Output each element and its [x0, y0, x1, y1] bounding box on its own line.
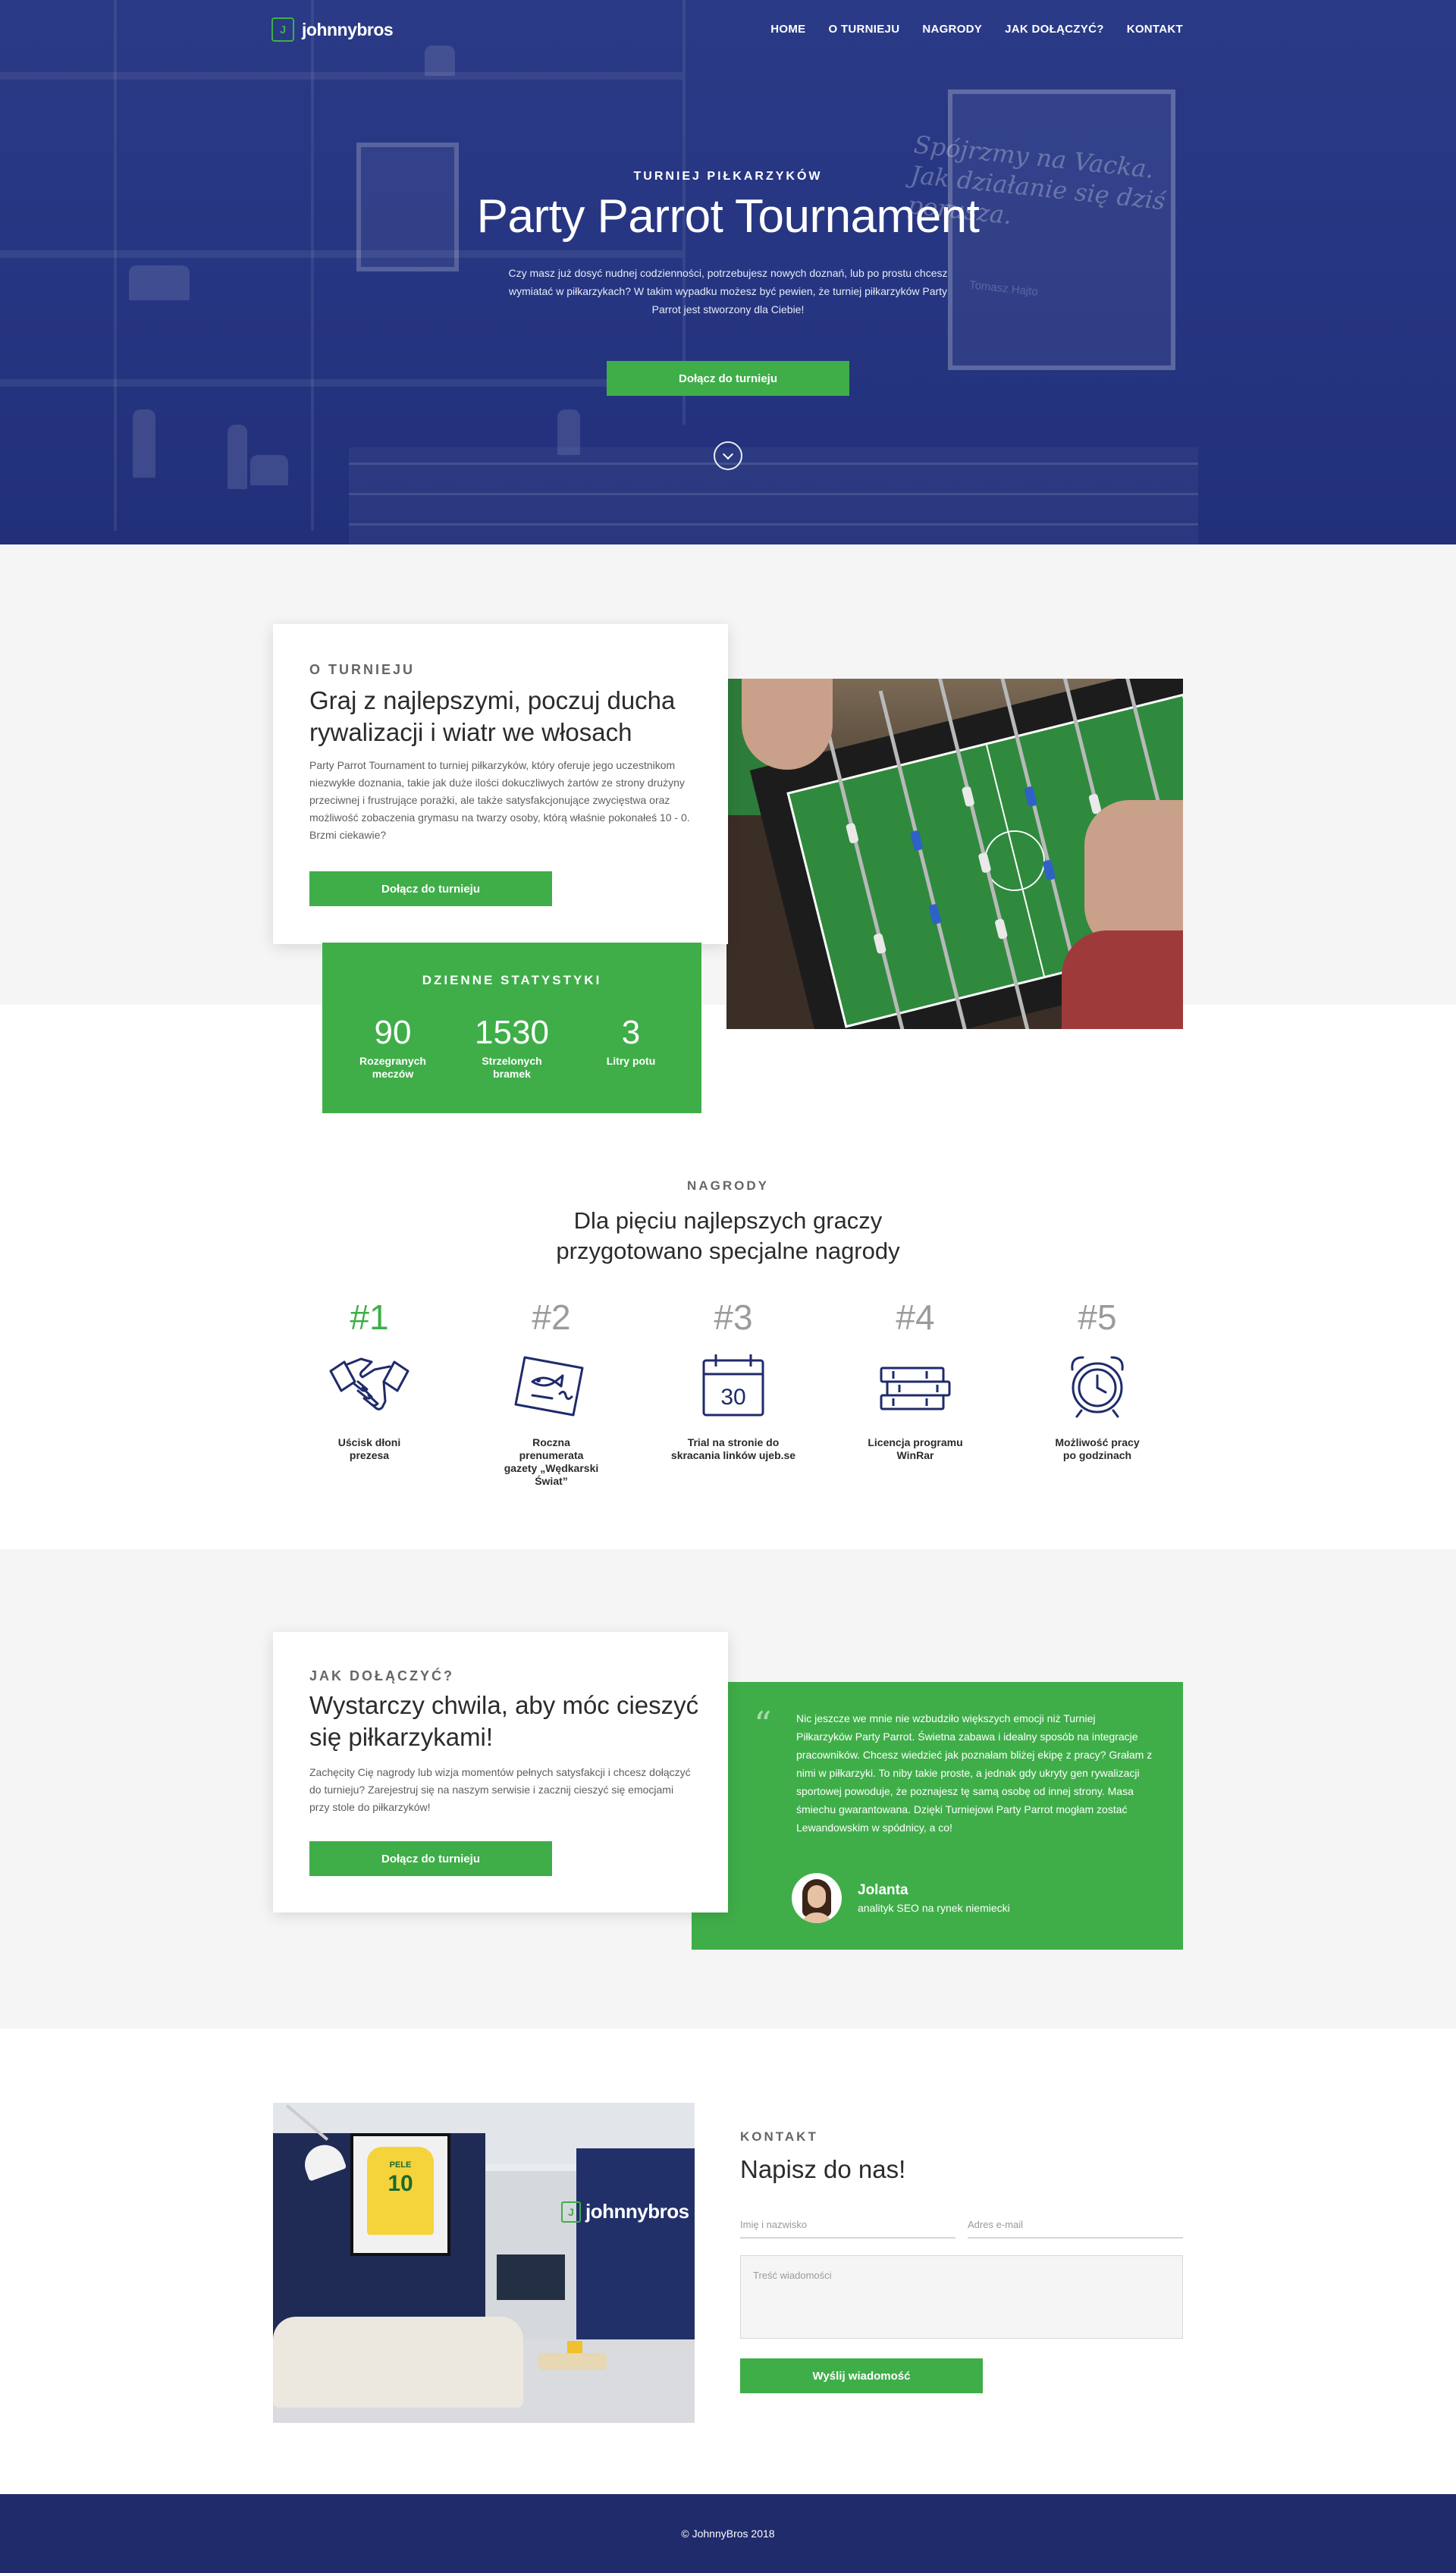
contact-kicker: KONTAKT [740, 2129, 818, 2145]
logo-text: johnnybros [302, 19, 394, 39]
jersey-number: 10 [388, 2171, 413, 2196]
prize-rank: #5 [1078, 1297, 1117, 1337]
about-kicker: O TURNIEJU [309, 662, 416, 677]
testimonial-quote: Nic jeszcze we mnie nie wzbudziło większ… [796, 1712, 1153, 1834]
prize-label: Uścisk dłoni prezesa [337, 1436, 401, 1461]
alarm-clock-icon [1056, 1351, 1139, 1420]
stat-label: Strzelonych bramek [482, 1055, 542, 1080]
main-nav: HOME O TURNIEJU NAGRODY JAK DOŁĄCZYĆ? KO… [770, 23, 1183, 36]
daily-stats-panel: DZIENNE STATYSTYKI 90 Rozegranych meczów… [322, 943, 701, 1113]
prize-label: Trial na stronie do skracania linków uje… [670, 1436, 796, 1461]
footer-copyright: © JohnnyBros 2018 [681, 2528, 775, 2540]
office-photo: J johnnybros PELE 10 [273, 2103, 695, 2423]
prizes-title: Dla pięciu najlepszych graczy przygotowa… [556, 1207, 900, 1264]
quote-icon: “ [754, 1704, 772, 1745]
hero-kicker: TURNIEJ PIŁKARZYKÓW [633, 170, 823, 183]
nav-about[interactable]: O TURNIEJU [828, 23, 899, 36]
hero-join-button[interactable]: Dołącz do turnieju [607, 361, 849, 396]
nav-home[interactable]: HOME [770, 23, 805, 36]
stat-label: Litry potu [606, 1055, 656, 1067]
prize-rank: #4 [896, 1297, 935, 1337]
calendar-icon: 30 [692, 1351, 775, 1420]
message-field[interactable]: Treść wiadomości [740, 2255, 1183, 2339]
office-logo-badge-icon: J [561, 2201, 581, 2223]
logo-badge-icon: J [271, 17, 294, 42]
footer: © JohnnyBros 2018 [0, 2494, 1456, 2573]
prize-label: Możliwość pracy po godzinach [1055, 1436, 1140, 1461]
stat-label: Rozegranych meczów [359, 1055, 426, 1080]
scroll-down-icon[interactable] [714, 441, 742, 470]
foosball-photo [726, 679, 1183, 1029]
join-button[interactable]: Dołącz do turnieju [309, 1841, 552, 1876]
join-kicker: JAK DOŁĄCZYĆ? [309, 1668, 454, 1683]
join-title: Wystarczy chwila, aby móc cieszyć się pi… [309, 1691, 699, 1751]
prize-item-5: #5 Możliwość pracy po godzinach [1021, 1298, 1173, 1462]
coffee-table [538, 2353, 607, 2370]
stat-value: 3 [621, 1014, 641, 1051]
about-card: O TURNIEJU Graj z najlepszymi, poczuj du… [273, 624, 728, 944]
send-message-button[interactable]: Wyślij wiadomość [740, 2358, 983, 2393]
prize-label: Licencja programu WinRar [868, 1436, 963, 1461]
prize-item-2: #2 Roczna prenumerata gazety „Wędkarski … [475, 1298, 627, 1488]
stat-matches: 90 Rozegranych meczów [344, 1014, 442, 1081]
prize-item-1: #1 Uścisk dłoni prezesa [293, 1298, 445, 1462]
hero-section: Spójrzmy na Vacka. Jak działanie się dzi… [0, 0, 1456, 544]
stat-sweat: 3 Litry potu [582, 1014, 680, 1068]
testimonial-name: Jolanta [858, 1882, 908, 1898]
nav-join[interactable]: JAK DOŁĄCZYĆ? [1005, 23, 1104, 36]
testimonial-role: analityk SEO na rynek niemiecki [858, 1902, 1010, 1914]
sofa [273, 2317, 523, 2408]
jersey-name: PELE [389, 2160, 412, 2170]
prize-rank: #1 [350, 1297, 389, 1337]
contact-kicker-text: KONTAKT [740, 2129, 818, 2144]
prize-item-3: #3 30 Trial na stronie do skracania link… [657, 1298, 809, 1462]
stats-title: DZIENNE STATYSTYKI [422, 973, 602, 987]
about-text: Party Parrot Tournament to turniej piłka… [309, 759, 690, 841]
email-field[interactable]: Adres e-mail [968, 2210, 1183, 2239]
stat-value: 90 [374, 1014, 412, 1051]
prize-label: Roczna prenumerata gazety „Wędkarski Świ… [504, 1436, 599, 1487]
office-logo-text: johnnybros [585, 2200, 689, 2223]
about-title: Graj z najlepszymi, poczuj ducha rywaliz… [309, 686, 676, 746]
prize-rank: #3 [714, 1297, 753, 1337]
join-text: Zachęcity Cię nagrody lub wizja momentów… [309, 1766, 691, 1813]
join-card: JAK DOŁĄCZYĆ? Wystarczy chwila, aby móc … [273, 1632, 728, 1912]
stat-goals: 1530 Strzelonych bramek [463, 1014, 561, 1081]
office-wall-logo: J johnnybros [561, 2200, 689, 2223]
books-icon [874, 1351, 957, 1420]
nav-prizes[interactable]: NAGRODY [922, 23, 982, 36]
magazine-icon [510, 1351, 593, 1420]
prize-rank: #2 [532, 1297, 571, 1337]
name-field[interactable]: Imię i nazwisko [740, 2210, 956, 2239]
hero-title: Party Parrot Tournament [476, 190, 980, 243]
nav-contact[interactable]: KONTAKT [1127, 23, 1183, 36]
handshake-icon [328, 1351, 411, 1420]
calendar-day-text: 30 [720, 1385, 745, 1410]
about-join-button[interactable]: Dołącz do turnieju [309, 871, 552, 906]
prize-item-4: #4 Licencja programu WinRar [839, 1298, 991, 1462]
framed-jersey: PELE 10 [350, 2133, 450, 2256]
prizes-header: NAGRODY Dla pięciu najlepszych graczy pr… [0, 1178, 1456, 1266]
stat-value: 1530 [475, 1014, 549, 1051]
avatar [792, 1873, 842, 1923]
contact-title: Napisz do nas! [740, 2155, 906, 2183]
brand-logo[interactable]: J johnnybros [271, 17, 394, 42]
prizes-kicker: NAGRODY [687, 1178, 769, 1193]
testimonial-panel: “ Nic jeszcze we mnie nie wzbudziło więk… [692, 1682, 1183, 1950]
hero-description: Czy masz już dosyć nudnej codzienności, … [508, 267, 948, 315]
